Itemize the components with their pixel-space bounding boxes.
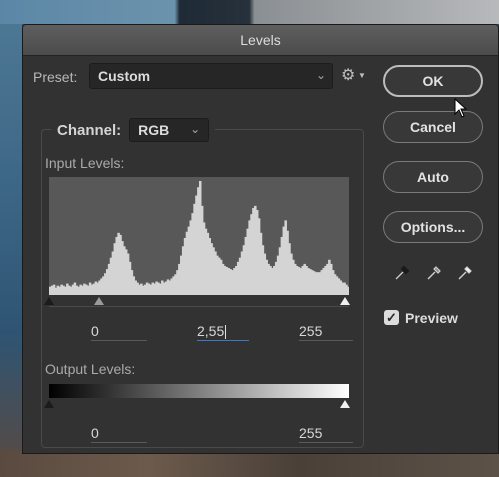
preview-label: Preview bbox=[405, 310, 458, 326]
auto-button[interactable]: Auto bbox=[383, 161, 483, 193]
dialog-titlebar[interactable]: Levels bbox=[23, 25, 498, 56]
output-black-value: 0 bbox=[91, 425, 99, 441]
white-eyedropper-icon[interactable] bbox=[457, 265, 473, 286]
midtone-handle[interactable] bbox=[94, 297, 104, 305]
output-levels-label: Output Levels: bbox=[45, 361, 136, 377]
preview-checkbox[interactable]: ✓ bbox=[384, 310, 399, 325]
output-levels-slider[interactable] bbox=[44, 398, 350, 410]
background-top bbox=[0, 0, 499, 24]
input-black-value: 0 bbox=[91, 323, 99, 339]
output-black-field[interactable]: 0 bbox=[91, 423, 147, 443]
input-levels-slider[interactable] bbox=[44, 295, 350, 313]
histogram bbox=[49, 177, 349, 295]
input-white-value: 255 bbox=[299, 323, 323, 339]
channel-label: Channel: bbox=[57, 121, 122, 139]
histogram-bar bbox=[347, 286, 349, 295]
text-caret bbox=[225, 325, 227, 340]
input-black-field[interactable]: 0 bbox=[91, 321, 147, 341]
input-midtone-field[interactable]: 2,55 bbox=[197, 321, 249, 341]
background-left bbox=[0, 0, 22, 477]
output-white-field[interactable]: 255 bbox=[299, 423, 353, 443]
preset-label: Preset: bbox=[33, 69, 78, 85]
levels-dialog: Levels Preset: Custom ⌄ ⚙ ▼ Channel: RGB… bbox=[22, 24, 499, 454]
gear-menu-arrow-icon: ▼ bbox=[358, 71, 366, 80]
dialog-title: Levels bbox=[240, 32, 281, 48]
cancel-button[interactable]: Cancel bbox=[383, 111, 483, 143]
black-point-handle[interactable] bbox=[44, 297, 54, 305]
white-point-handle[interactable] bbox=[340, 297, 350, 305]
cursor-icon bbox=[454, 98, 468, 118]
chevron-down-icon: ⌄ bbox=[190, 122, 201, 136]
gear-icon[interactable]: ⚙ bbox=[341, 65, 355, 85]
checkmark-icon: ✓ bbox=[386, 310, 397, 325]
input-levels-label: Input Levels: bbox=[45, 155, 125, 171]
slider-line bbox=[49, 306, 349, 307]
background-bottom bbox=[0, 450, 499, 477]
output-white-handle[interactable] bbox=[340, 400, 350, 408]
auto-label: Auto bbox=[417, 169, 449, 185]
gray-eyedropper-icon[interactable] bbox=[426, 265, 442, 286]
channel-value: RGB bbox=[138, 122, 170, 138]
preset-dropdown[interactable]: Custom ⌄ bbox=[89, 63, 333, 89]
options-button[interactable]: Options... bbox=[383, 211, 483, 243]
chevron-down-icon: ⌄ bbox=[316, 68, 327, 82]
input-white-field[interactable]: 255 bbox=[299, 321, 353, 341]
channel-dropdown[interactable]: RGB ⌄ bbox=[129, 118, 210, 142]
ok-label: OK bbox=[422, 73, 444, 89]
channel-row: Channel: RGB ⌄ bbox=[51, 118, 216, 142]
input-midtone-value: 2,55 bbox=[197, 323, 225, 339]
preset-value: Custom bbox=[98, 68, 151, 84]
output-white-value: 255 bbox=[299, 425, 323, 441]
black-eyedropper-icon[interactable] bbox=[394, 265, 410, 286]
output-black-handle[interactable] bbox=[44, 400, 54, 408]
options-label: Options... bbox=[400, 219, 466, 235]
output-gradient bbox=[49, 384, 349, 398]
ok-button[interactable]: OK bbox=[383, 65, 483, 97]
cancel-label: Cancel bbox=[410, 119, 456, 135]
